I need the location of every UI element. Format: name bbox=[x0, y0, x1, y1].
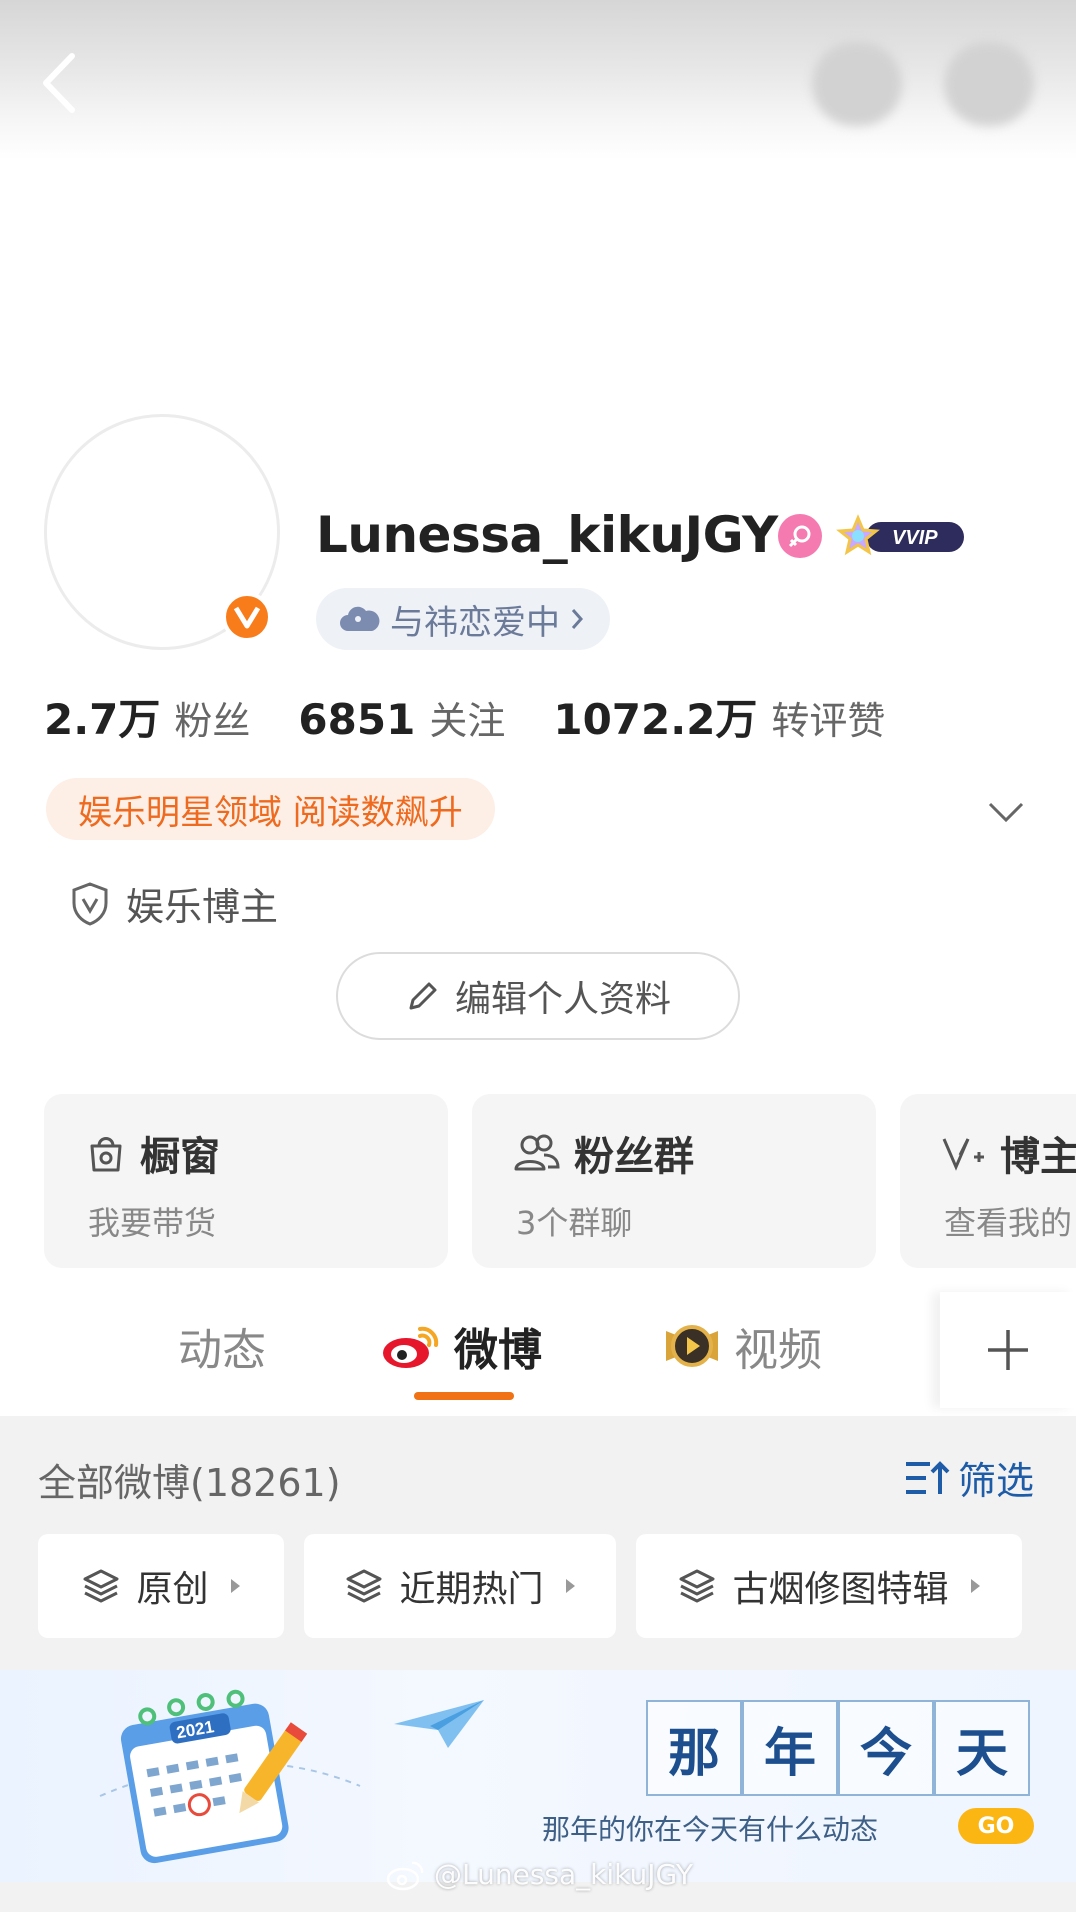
video-play-icon bbox=[666, 1325, 718, 1367]
caret-right-icon bbox=[970, 1579, 980, 1593]
card-title-row: 博主 bbox=[942, 1124, 1076, 1182]
female-icon bbox=[778, 514, 822, 558]
memory-banner[interactable]: 2021 那 年 今 天 那年的你在今天有什么动态 GO bbox=[0, 1670, 1076, 1882]
back-button[interactable] bbox=[36, 48, 86, 118]
tab-label: 视频 bbox=[734, 1325, 822, 1376]
relationship-label: 与祎恋爱中 bbox=[390, 602, 560, 643]
users-icon bbox=[514, 1134, 560, 1171]
chip-recent-hot[interactable]: 近期热门 bbox=[304, 1534, 616, 1638]
card-shop-window[interactable]: 橱窗 我要带货 bbox=[44, 1094, 448, 1268]
card-subtitle: 我要带货 bbox=[88, 1204, 217, 1242]
stats-row: 2.7万 粉丝 6851 关注 1072.2万 转评赞 bbox=[44, 686, 933, 747]
cloud-icon bbox=[340, 606, 380, 631]
paper-plane-icon bbox=[394, 1700, 484, 1748]
pencil-icon bbox=[409, 982, 437, 1010]
card-title: 博主 bbox=[1000, 1134, 1076, 1180]
stat-label: 关注 bbox=[429, 699, 506, 743]
tab-label: 微博 bbox=[454, 1325, 542, 1376]
layers-icon bbox=[83, 1569, 119, 1603]
memory-subtitle: 那年的你在今天有什么动态 bbox=[542, 1813, 879, 1846]
watermark: @Lunessa_kikuJGY bbox=[386, 1858, 693, 1891]
blogger-type-label: 娱乐博主 bbox=[126, 885, 279, 929]
expand-button[interactable] bbox=[986, 792, 1026, 832]
add-tab-button[interactable] bbox=[940, 1292, 1076, 1408]
memory-char: 那 bbox=[646, 1700, 742, 1796]
stat-value: 2.7万 bbox=[44, 695, 161, 744]
caret-right-icon bbox=[230, 1579, 240, 1593]
relationship-chip[interactable]: 与祎恋爱中 bbox=[316, 588, 610, 650]
memory-char: 今 bbox=[838, 1700, 934, 1796]
username: Lunessa_kikuJGY bbox=[316, 506, 778, 564]
shield-icon bbox=[72, 881, 108, 926]
profile-page: Lunessa_kikuJGY VVIP 与祎恋爱中 2.7万 粉丝 6851 … bbox=[0, 0, 1076, 1912]
stat-interactions[interactable]: 1072.2万 转评赞 bbox=[553, 686, 885, 747]
edit-profile-label: 编辑个人资料 bbox=[454, 979, 671, 1020]
tab-video[interactable]: 视频 bbox=[662, 1314, 822, 1378]
verified-icon bbox=[222, 592, 272, 642]
weibo-logo-icon bbox=[386, 1861, 424, 1890]
v-plus-icon bbox=[942, 1138, 984, 1171]
card-subtitle: 3个群聊 bbox=[516, 1204, 633, 1242]
domain-tag[interactable]: 娱乐明星领域 阅读数飙升 bbox=[46, 778, 495, 840]
stat-value: 1072.2万 bbox=[553, 695, 758, 744]
more-button[interactable] bbox=[812, 42, 902, 126]
stat-following[interactable]: 6851 关注 bbox=[298, 690, 505, 745]
vvip-badge[interactable]: VVIP bbox=[836, 514, 968, 558]
chip-label: 近期热门 bbox=[399, 1569, 544, 1610]
blogger-type[interactable]: 娱乐博主 bbox=[70, 876, 278, 931]
stat-value: 6851 bbox=[298, 695, 416, 744]
chip-special-collection[interactable]: 古烟修图特辑 bbox=[636, 1534, 1022, 1638]
layers-icon bbox=[679, 1569, 715, 1603]
chip-label: 原创 bbox=[136, 1569, 209, 1610]
chevron-down-icon bbox=[988, 802, 1024, 823]
profile-banner bbox=[0, 0, 1076, 160]
feed-count-label: 全部微博(18261) bbox=[38, 1461, 341, 1505]
plus-icon bbox=[988, 1330, 1028, 1370]
card-title: 橱窗 bbox=[140, 1134, 220, 1180]
shopping-bag-icon bbox=[90, 1137, 122, 1172]
tab-weibo[interactable]: 微博 bbox=[380, 1314, 542, 1378]
chip-original[interactable]: 原创 bbox=[38, 1534, 284, 1638]
filter-label: 筛选 bbox=[958, 1459, 1035, 1503]
memory-char: 年 bbox=[742, 1700, 838, 1796]
calendar-illustration: 2021 bbox=[99, 1689, 361, 1864]
filter-icon bbox=[906, 1460, 950, 1494]
chip-label: 古烟修图特辑 bbox=[732, 1569, 949, 1610]
chevron-right-icon bbox=[571, 609, 584, 629]
weibo-logo-icon bbox=[383, 1326, 439, 1368]
caret-right-icon bbox=[565, 1579, 575, 1593]
stat-label: 转评赞 bbox=[771, 699, 886, 743]
vip-label: VVIP bbox=[892, 527, 938, 549]
card-blogger[interactable]: 博主 查看我的 bbox=[900, 1094, 1076, 1268]
tab-active-indicator bbox=[414, 1392, 514, 1400]
card-title: 粉丝群 bbox=[574, 1134, 694, 1180]
card-title-row: 粉丝群 bbox=[514, 1124, 694, 1182]
card-subtitle: 查看我的 bbox=[944, 1204, 1073, 1242]
watermark-text: @Lunessa_kikuJGY bbox=[434, 1858, 693, 1891]
card-title-row: 橱窗 bbox=[86, 1124, 220, 1182]
filter-button[interactable]: 筛选 bbox=[904, 1450, 1034, 1505]
tab-dynamic[interactable]: 动态 bbox=[178, 1314, 266, 1378]
tab-label: 动态 bbox=[178, 1325, 266, 1376]
layers-icon bbox=[346, 1569, 382, 1603]
edit-profile-button[interactable]: 编辑个人资料 bbox=[336, 952, 740, 1040]
card-fan-groups[interactable]: 粉丝群 3个群聊 bbox=[472, 1094, 876, 1268]
stat-followers[interactable]: 2.7万 粉丝 bbox=[44, 686, 250, 747]
stat-label: 粉丝 bbox=[174, 699, 251, 743]
memory-char: 天 bbox=[934, 1700, 1030, 1796]
chevron-left-icon bbox=[43, 53, 75, 113]
share-button[interactable] bbox=[944, 42, 1034, 126]
go-button[interactable]: GO bbox=[958, 1808, 1034, 1844]
